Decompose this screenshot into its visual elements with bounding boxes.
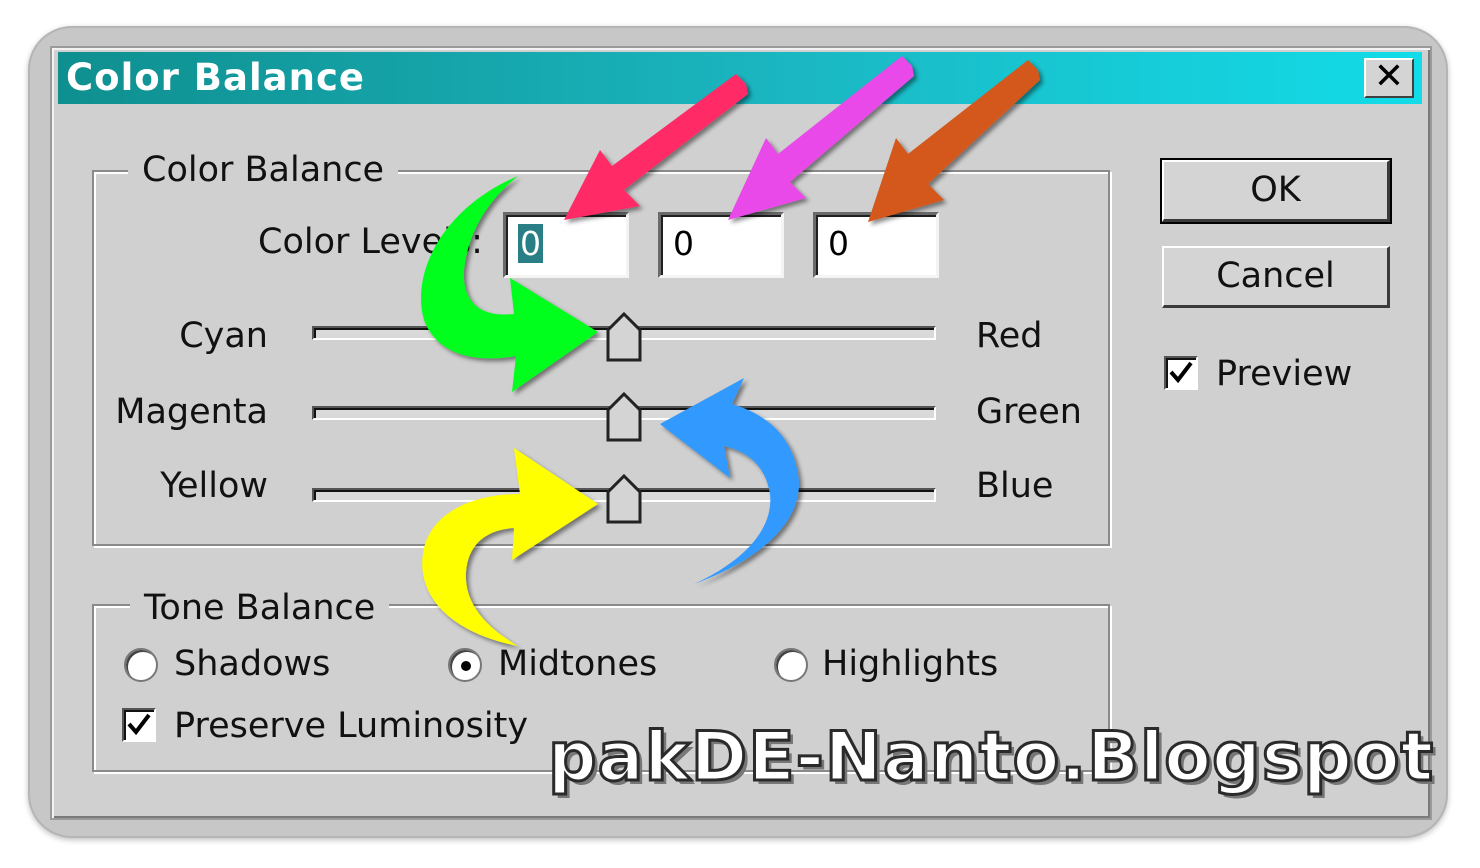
highlights-radio[interactable] (774, 648, 808, 682)
level-field-cyan-red[interactable]: 0 (503, 212, 629, 278)
magenta-green-slider-thumb[interactable] (606, 392, 642, 442)
highlights-label[interactable]: Highlights (822, 644, 998, 684)
color-balance-legend: Color Balance (128, 150, 399, 190)
color-levels-label: Color Levels: (258, 222, 483, 262)
shadows-radio[interactable] (124, 648, 158, 682)
cancel-button[interactable]: Cancel (1162, 246, 1390, 308)
watermark-text: pakDE-Nanto.Blogspot (546, 717, 1435, 799)
slider-right-label-blue: Blue (976, 466, 1054, 506)
slider-right-label-red: Red (976, 316, 1043, 356)
checkmark-icon (127, 713, 151, 736)
preserve-luminosity-label[interactable]: Preserve Luminosity (174, 706, 528, 746)
window-title: Color Balance (66, 56, 365, 99)
slider-left-label-magenta: Magenta (115, 392, 268, 432)
slider-left-label-yellow: Yellow (160, 466, 268, 506)
preview-label[interactable]: Preview (1216, 354, 1352, 394)
midtones-label[interactable]: Midtones (498, 644, 657, 684)
preview-checkbox[interactable] (1164, 356, 1198, 390)
level-value: 0 (828, 224, 849, 263)
preserve-luminosity-checkbox[interactable] (122, 708, 156, 742)
ok-button[interactable]: OK (1160, 158, 1392, 224)
cyan-red-slider-thumb[interactable] (606, 312, 642, 362)
yellow-blue-slider-thumb[interactable] (606, 474, 642, 524)
shadows-label[interactable]: Shadows (174, 644, 330, 684)
midtones-radio[interactable] (448, 648, 482, 682)
close-button[interactable]: ✕ (1364, 58, 1414, 98)
close-icon: ✕ (1373, 56, 1405, 97)
level-value: 0 (673, 224, 694, 263)
level-field-magenta-green[interactable]: 0 (658, 212, 784, 278)
slider-left-label-cyan: Cyan (179, 316, 268, 356)
slider-right-label-green: Green (976, 392, 1082, 432)
tone-balance-legend: Tone Balance (130, 588, 390, 628)
checkmark-icon (1169, 361, 1193, 384)
level-field-yellow-blue[interactable]: 0 (813, 212, 939, 278)
radio-selected-dot (461, 661, 471, 671)
level-value: 0 (518, 224, 543, 263)
